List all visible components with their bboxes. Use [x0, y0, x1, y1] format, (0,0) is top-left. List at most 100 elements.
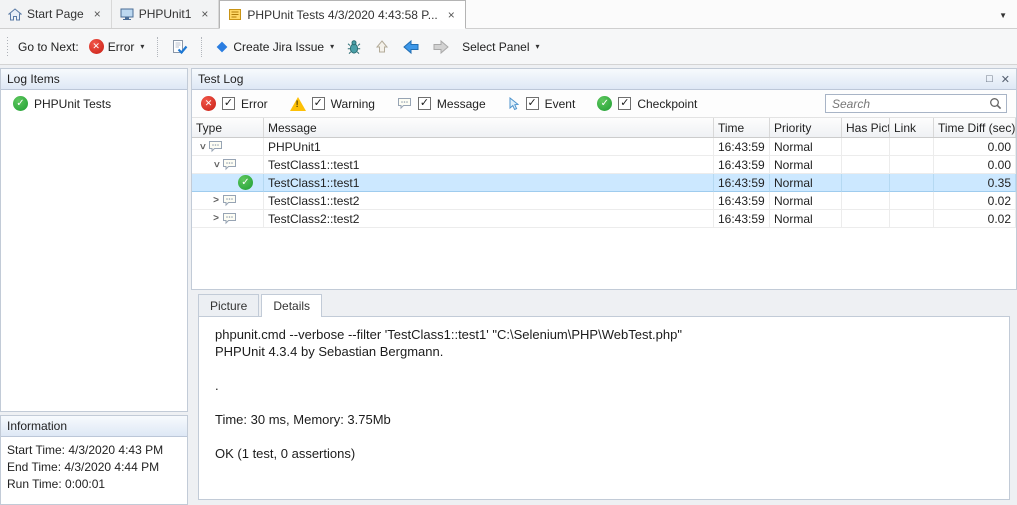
start-time: Start Time: 4/3/2020 4:43 PM — [7, 442, 181, 459]
checkpoint-checkbox[interactable] — [618, 97, 631, 110]
time-cell: 16:43:59 — [714, 210, 770, 228]
message-cell: TestClass1::test2 — [264, 192, 714, 210]
time-cell: 16:43:59 — [714, 156, 770, 174]
has-picture-cell — [842, 192, 890, 210]
monitor-icon — [120, 8, 134, 20]
expand-collapse-icon[interactable]: > — [210, 213, 222, 224]
log-row-phpunit1[interactable]: > PHPUnit1 16:43:59 Normal 0.00 — [192, 138, 1016, 156]
time-cell: 16:43:59 — [714, 174, 770, 192]
time-diff-cell: 0.00 — [934, 138, 1016, 156]
search-input[interactable] — [832, 97, 989, 111]
float-panel-icon[interactable]: □ — [986, 73, 993, 86]
close-panel-icon[interactable]: ✕ — [1001, 73, 1010, 86]
warning-checkbox[interactable] — [312, 97, 325, 110]
column-header-message[interactable]: Message — [264, 118, 714, 137]
time-diff-cell: 0.35 — [934, 174, 1016, 192]
details-line — [215, 428, 999, 445]
tab-label: Start Page — [27, 7, 84, 21]
log-row-testclass2-test2[interactable]: > TestClass2::test2 16:43:59 Normal 0.02 — [192, 210, 1016, 228]
test-log-panel: Test Log □ ✕ ✕ Error ! — [191, 68, 1017, 290]
tab-phpunit-tests-log[interactable]: PHPUnit Tests 4/3/2020 4:43:58 P... × — [219, 0, 465, 29]
link-cell — [890, 210, 934, 228]
close-icon[interactable]: × — [92, 8, 103, 20]
filter-bar: ✕ Error ! Warning Message — [192, 90, 1016, 118]
filter-warning[interactable]: ! Warning — [290, 97, 375, 111]
jira-diamond-icon — [215, 40, 229, 54]
tab-picture[interactable]: Picture — [198, 294, 259, 316]
forward-button[interactable] — [428, 36, 454, 58]
column-header-time[interactable]: Time — [714, 118, 770, 137]
chevron-down-icon: ▾ — [330, 42, 334, 51]
application-window: Start Page × PHPUnit1 × PHPUnit Tests 4/… — [0, 0, 1017, 505]
log-row-testclass1-test2[interactable]: > TestClass1::test2 16:43:59 Normal 0.02 — [192, 192, 1016, 210]
message-cell: TestClass2::test2 — [264, 210, 714, 228]
filter-error[interactable]: ✕ Error — [201, 96, 268, 111]
checkmark-icon: ✓ — [597, 96, 612, 111]
message-cell: TestClass1::test1 — [264, 174, 714, 192]
filter-event[interactable]: Event — [508, 97, 576, 111]
back-button[interactable] — [398, 36, 424, 58]
error-button-label: Error — [108, 40, 135, 54]
tab-list-dropdown-button[interactable]: ▼ — [987, 3, 1017, 25]
log-items-title: Log Items — [7, 72, 60, 86]
toolbar-separator — [157, 37, 158, 57]
log-row-testclass1-test1-group[interactable]: > TestClass1::test1 16:43:59 Normal 0.00 — [192, 156, 1016, 174]
log-table-header: Type Message Time Priority Has Picture L… — [192, 118, 1016, 138]
error-checkbox[interactable] — [222, 97, 235, 110]
message-checkbox[interactable] — [418, 97, 431, 110]
details-tab-bar: Picture Details — [198, 294, 1010, 316]
priority-cell: Normal — [770, 174, 842, 192]
event-checkbox[interactable] — [526, 97, 539, 110]
error-icon: ✕ — [201, 96, 216, 111]
tab-phpunit1[interactable]: PHPUnit1 × — [112, 0, 220, 28]
error-icon: ✕ — [89, 39, 104, 54]
column-header-priority[interactable]: Priority — [770, 118, 842, 137]
message-icon — [222, 212, 237, 225]
chevron-down-icon: ▾ — [140, 42, 144, 51]
message-cell: PHPUnit1 — [264, 138, 714, 156]
toolbar-separator — [201, 37, 202, 57]
filter-message[interactable]: Message — [397, 97, 486, 111]
expand-collapse-icon[interactable]: > — [210, 195, 222, 206]
details-panel: Picture Details phpunit.cmd --verbose --… — [191, 294, 1017, 505]
toolbar-grip[interactable] — [6, 37, 10, 57]
has-picture-cell — [842, 174, 890, 192]
tab-details[interactable]: Details — [261, 294, 322, 317]
main-toolbar: Go to Next: ✕ Error ▾ Create Jira Issue … — [0, 29, 1017, 65]
log-row-testclass1-test1-selected[interactable]: ✓ TestClass1::test1 16:43:59 Normal 0.35 — [192, 174, 1016, 192]
details-line: phpunit.cmd --verbose --filter 'TestClas… — [215, 326, 999, 343]
expand-collapse-icon[interactable]: > — [197, 141, 208, 153]
log-items-panel: Log Items ✓ PHPUnit Tests — [0, 68, 188, 412]
expand-collapse-icon[interactable]: > — [211, 159, 222, 171]
close-icon[interactable]: × — [199, 8, 210, 20]
go-to-next-error-button[interactable]: ✕ Error ▾ — [85, 36, 149, 57]
tab-start-page[interactable]: Start Page × — [0, 0, 112, 28]
home-icon — [8, 8, 22, 21]
column-header-link[interactable]: Link — [890, 118, 934, 137]
test-log-header: Test Log □ ✕ — [192, 69, 1016, 90]
column-header-type[interactable]: Type — [192, 118, 264, 137]
search-icon[interactable] — [989, 97, 1002, 110]
move-up-button[interactable] — [370, 36, 394, 58]
time-diff-cell: 0.02 — [934, 192, 1016, 210]
details-line — [215, 360, 999, 377]
link-cell — [890, 192, 934, 210]
priority-cell: Normal — [770, 156, 842, 174]
post-defect-button[interactable] — [342, 36, 366, 58]
check-log-button[interactable] — [167, 36, 192, 58]
filter-checkpoint-label: Checkpoint — [637, 97, 697, 111]
test-log-title: Test Log — [198, 72, 243, 86]
checkmark-icon: ✓ — [13, 96, 28, 111]
create-jira-issue-button[interactable]: Create Jira Issue ▾ — [211, 37, 338, 57]
close-icon[interactable]: × — [446, 9, 457, 21]
bug-icon — [346, 39, 362, 55]
select-panel-button[interactable]: Select Panel ▾ — [458, 37, 543, 57]
column-header-has-picture[interactable]: Has Picture — [842, 118, 890, 137]
column-header-time-diff[interactable]: Time Diff (sec) — [934, 118, 1016, 137]
time-cell: 16:43:59 — [714, 138, 770, 156]
filter-checkpoint[interactable]: ✓ Checkpoint — [597, 96, 697, 111]
tab-label: PHPUnit1 — [139, 7, 192, 21]
details-line: Time: 30 ms, Memory: 3.75Mb — [215, 411, 999, 428]
log-item-phpunit-tests[interactable]: ✓ PHPUnit Tests — [5, 94, 183, 113]
sidebar: Log Items ✓ PHPUnit Tests Information St… — [0, 68, 188, 505]
